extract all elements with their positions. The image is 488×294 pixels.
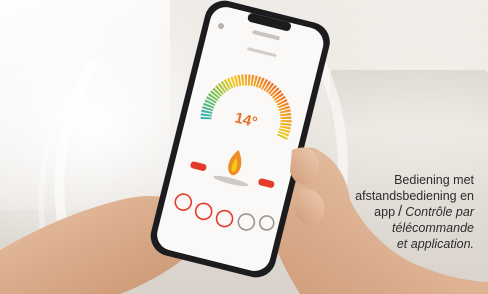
caption-fr-line-2: télécommande	[392, 221, 474, 235]
photo-scene: 14° Bediening met afstandsbediening en a…	[0, 0, 488, 294]
caption-nl-line-3: app	[374, 205, 396, 219]
caption-line-3: app / Contrôle par	[264, 204, 474, 220]
product-caption: Bediening met afstandsbediening en app / C…	[264, 172, 474, 252]
caption-nl-line-1: Bediening met	[394, 173, 474, 187]
caption-separator: /	[398, 203, 403, 220]
caption-fr-line-3: et application.	[396, 237, 474, 251]
caption-fr-line-1: Contrôle par	[405, 205, 474, 219]
caption-nl-line-2: afstandsbediening en	[355, 189, 474, 203]
